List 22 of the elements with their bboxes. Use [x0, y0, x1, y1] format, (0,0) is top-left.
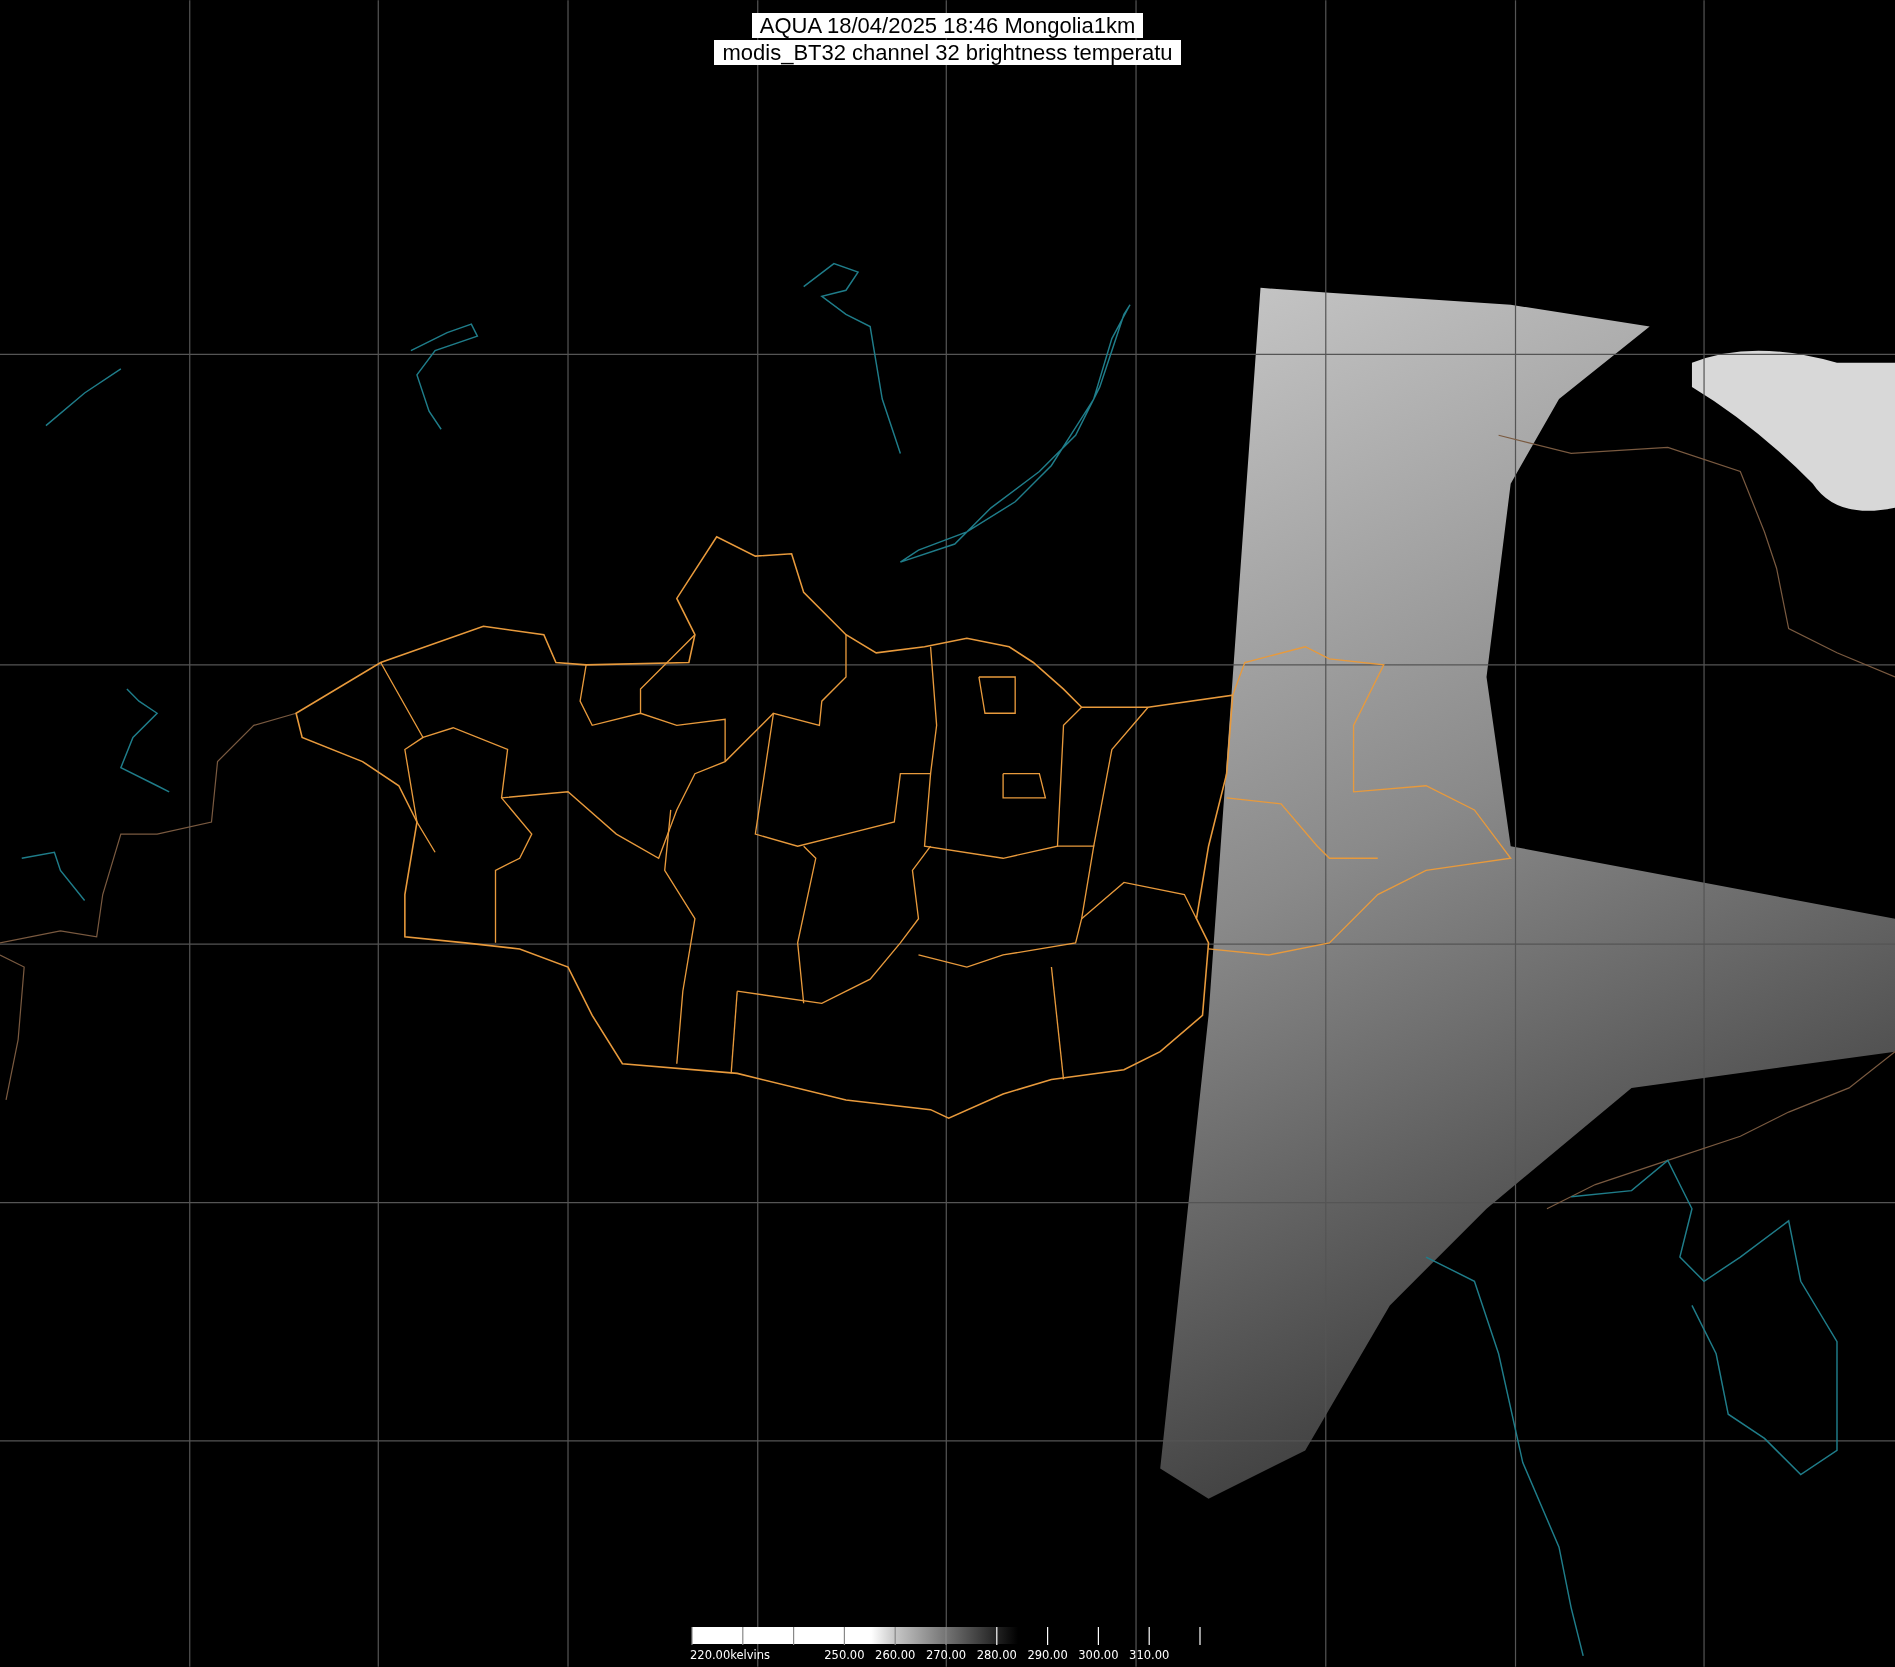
- scale-label: 290.00: [1027, 1648, 1068, 1662]
- tick-mark: [1148, 1626, 1150, 1646]
- scale-label: 260.00: [875, 1648, 916, 1662]
- scale-label: 220.00kelvins: [690, 1648, 771, 1662]
- scale-label: 280.00: [976, 1648, 1017, 1662]
- tick-mark: [843, 1626, 845, 1646]
- tick-mark: [894, 1626, 896, 1646]
- tick-mark: [996, 1626, 998, 1646]
- tick-mark: [1199, 1626, 1201, 1646]
- tick-mark: [691, 1626, 693, 1646]
- tick-mark: [742, 1626, 744, 1646]
- tick-mark: [1097, 1626, 1099, 1646]
- tick-mark: [1047, 1626, 1049, 1646]
- scale-label: 300.00: [1078, 1648, 1119, 1662]
- scale-label: 250.00: [824, 1648, 865, 1662]
- scale-label: 270.00: [925, 1648, 967, 1662]
- map-title: modis_BT32 channel 32 brightness temperatu: [714, 40, 1181, 65]
- scale-label: 310.00: [1129, 1648, 1170, 1662]
- waterline: [21, 851, 86, 902]
- tick-mark: [945, 1626, 947, 1646]
- map-title: AQUA 18/04/2025 18:46 Mongolia1km: [751, 13, 1144, 38]
- tick-mark: [793, 1626, 795, 1646]
